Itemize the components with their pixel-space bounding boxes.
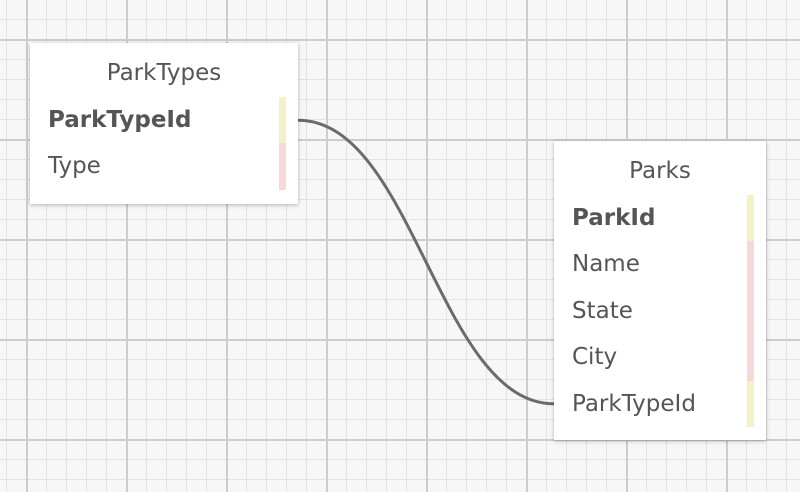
relationship-connector[interactable] [297,118,555,406]
table-title: ParkTypes [106,60,222,86]
field-label: State [572,297,633,324]
field-label: Type [48,153,101,180]
field-type-marker [279,143,286,190]
field-parktypeid-fk[interactable]: ParkTypeId [554,380,766,427]
field-type-marker [747,241,754,288]
field-type[interactable]: Type [30,143,298,190]
field-type-marker [747,195,754,242]
field-type-marker [747,334,754,381]
field-name[interactable]: Name [554,241,766,288]
field-label: Name [572,251,640,278]
field-type-marker [279,97,286,144]
field-city[interactable]: City [554,334,766,381]
diagram-canvas[interactable]: ParkTypes ParkTypeId Type Parks ParkId N… [0,0,800,492]
field-label: City [572,344,618,371]
field-parkid[interactable]: ParkId [554,195,766,242]
field-parktypeid[interactable]: ParkTypeId [30,97,298,144]
table-parktypes[interactable]: ParkTypes ParkTypeId Type [30,43,298,204]
field-label: ParkTypeId [572,390,696,417]
field-type-marker [747,287,754,335]
field-label: ParkId [572,205,656,231]
field-type-marker [747,380,754,427]
field-label: ParkTypeId [48,107,192,133]
field-state[interactable]: State [554,287,766,335]
table-title: Parks [629,158,691,184]
table-parks[interactable]: Parks ParkId Name State City ParkTypeId [554,141,766,440]
